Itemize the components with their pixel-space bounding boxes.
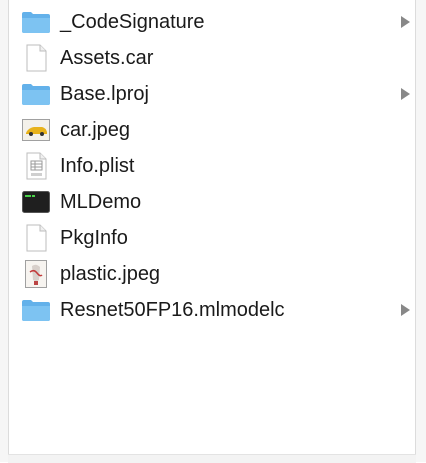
list-item[interactable]: _CodeSignature [9,4,415,40]
list-item[interactable]: Info.plist [9,148,415,184]
terminal-executable-icon [21,188,51,216]
file-list: _CodeSignature Assets.car Base.lproj car… [9,4,415,328]
document-icon [21,44,51,72]
chevron-right-icon[interactable] [399,15,411,29]
item-name: _CodeSignature [60,11,205,33]
list-item[interactable]: PkgInfo [9,220,415,256]
list-item[interactable]: plastic.jpeg [9,256,415,292]
item-name: PkgInfo [60,227,128,249]
folder-icon [21,8,51,36]
item-name: Base.lproj [60,83,149,105]
list-item[interactable]: Assets.car [9,40,415,76]
item-name: car.jpeg [60,119,131,141]
list-item[interactable]: car.jpeg [9,112,415,148]
right-column-divider[interactable] [415,0,426,462]
finder-column-view: _CodeSignature Assets.car Base.lproj car… [0,0,426,463]
item-name: Resnet50FP16.mlmodelc [60,299,285,321]
chevron-right-icon[interactable] [399,87,411,101]
list-item[interactable]: Base.lproj [9,76,415,112]
chevron-right-icon[interactable] [399,303,411,317]
folder-icon [21,296,51,324]
item-name: plastic.jpeg [60,263,161,285]
document-icon [21,224,51,252]
car-image-thumbnail-icon [21,116,51,144]
list-item[interactable]: Resnet50FP16.mlmodelc [9,292,415,328]
item-name: MLDemo [60,191,142,213]
left-column-divider [0,0,9,462]
plastic-image-thumbnail-icon [21,260,51,288]
plist-file-icon [21,152,51,180]
list-item[interactable]: MLDemo [9,184,415,220]
folder-icon [21,80,51,108]
item-name: Info.plist [60,155,135,177]
item-name: Assets.car [60,47,154,69]
